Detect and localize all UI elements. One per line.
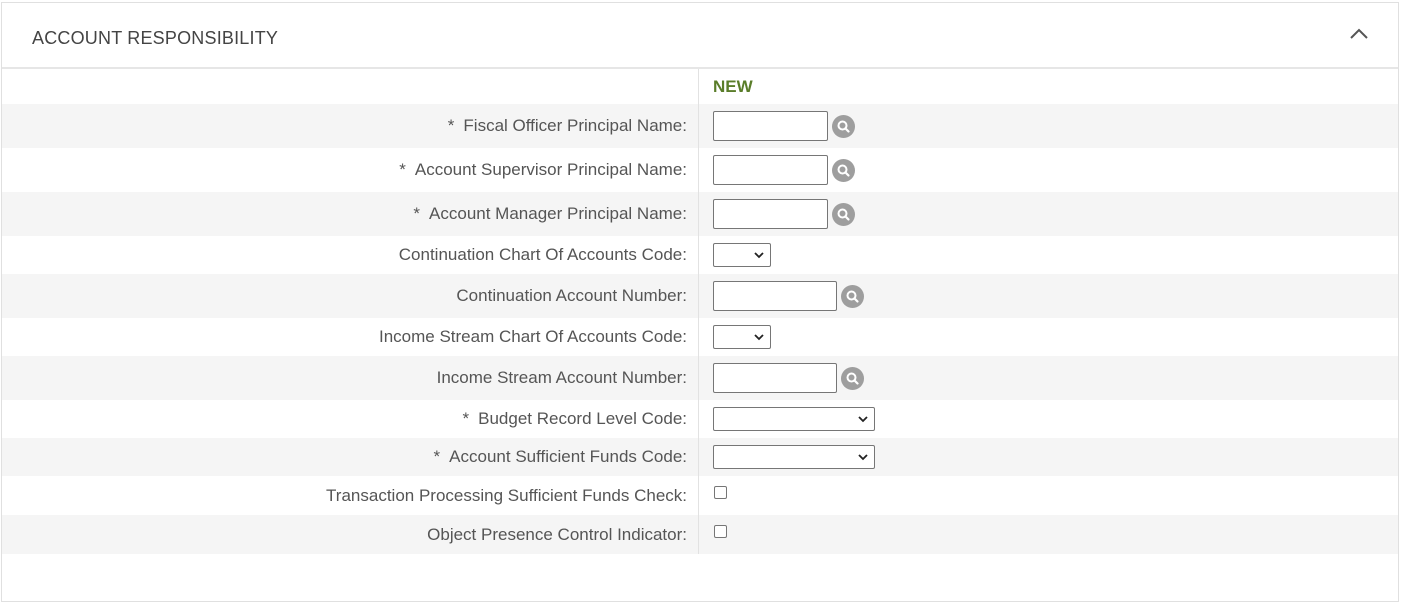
form-row-income-stream-coa: Income Stream Chart Of Accounts Code: (2, 318, 1398, 356)
fiscal-officer-input[interactable] (713, 111, 828, 141)
tp-sufficient-funds-checkbox[interactable] (714, 486, 727, 499)
search-icon[interactable] (832, 202, 855, 226)
search-icon[interactable] (832, 158, 855, 182)
form-row-account-supervisor: * Account Supervisor Principal Name: (2, 148, 1398, 192)
field-label: Income Stream Account Number: (2, 356, 699, 400)
tp-sufficient-funds-check-label: Transaction Processing Sufficient Funds … (326, 485, 687, 505)
field-label: * Account Sufficient Funds Code: (2, 438, 699, 476)
chevron-down-icon (754, 334, 764, 341)
form-row-account-manager: * Account Manager Principal Name: (2, 192, 1398, 236)
continuation-coa-select[interactable] (713, 243, 771, 267)
label-cell (2, 69, 699, 104)
form-row-sufficient-funds-code: * Account Sufficient Funds Code: (2, 438, 1398, 476)
required-marker: * (462, 409, 470, 428)
column-header-row: NEW (2, 69, 1398, 104)
income-stream-account-label: Income Stream Account Number: (436, 368, 687, 387)
field-cell (713, 148, 855, 192)
field-label: Transaction Processing Sufficient Funds … (2, 476, 699, 515)
form-row-fiscal-officer: * Fiscal Officer Principal Name: (2, 104, 1398, 148)
new-column-header: NEW (713, 76, 753, 96)
field-cell (713, 104, 855, 148)
form-row-tp-sufficient-funds-check: Transaction Processing Sufficient Funds … (2, 476, 1398, 515)
field-label: * Fiscal Officer Principal Name: (2, 104, 699, 148)
sufficient-funds-code-label: Account Sufficient Funds Code: (449, 447, 687, 466)
required-marker: * (399, 160, 406, 179)
required-marker: * (447, 116, 455, 135)
account-supervisor-input[interactable] (713, 155, 828, 185)
chevron-up-icon[interactable] (1348, 23, 1370, 45)
income-stream-account-input[interactable] (713, 363, 837, 393)
field-label: Continuation Chart Of Accounts Code: (2, 236, 699, 274)
form-row-income-stream-account: Income Stream Account Number: (2, 356, 1398, 400)
field-cell (713, 356, 864, 400)
field-cell (713, 192, 855, 236)
income-stream-coa-label: Income Stream Chart Of Accounts Code: (378, 327, 687, 346)
required-marker: * (433, 447, 441, 466)
chevron-down-icon (754, 252, 764, 259)
form-row-continuation-coa: Continuation Chart Of Accounts Code: (2, 236, 1398, 274)
sufficient-funds-code-select[interactable] (713, 445, 875, 469)
form-row-budget-record-level: * Budget Record Level Code: (2, 400, 1398, 438)
chevron-down-icon (858, 454, 868, 461)
field-label: Object Presence Control Indicator: (2, 515, 699, 554)
continuation-coa-label: Continuation Chart Of Accounts Code: (398, 245, 687, 264)
search-icon[interactable] (841, 366, 864, 390)
search-icon[interactable] (841, 284, 864, 308)
account-manager-input[interactable] (713, 199, 828, 229)
field-cell (713, 515, 727, 554)
continuation-account-input[interactable] (713, 281, 837, 311)
income-stream-coa-select[interactable] (713, 325, 771, 349)
search-icon[interactable] (832, 114, 855, 138)
panel-header[interactable]: ACCOUNT RESPONSIBILITY (2, 3, 1398, 69)
account-supervisor-label: Account Supervisor Principal Name: (414, 160, 687, 179)
chevron-down-icon (858, 416, 868, 423)
object-presence-control-label: Object Presence Control Indicator: (427, 524, 687, 544)
field-cell: NEW (713, 69, 753, 104)
panel-title: ACCOUNT RESPONSIBILITY (32, 28, 279, 48)
field-cell (713, 274, 864, 318)
required-marker: * (413, 204, 421, 223)
budget-record-level-label: Budget Record Level Code: (478, 409, 687, 428)
field-label: * Account Supervisor Principal Name: (2, 148, 699, 192)
field-cell (713, 438, 875, 476)
field-label: * Account Manager Principal Name: (2, 192, 699, 236)
object-presence-control-checkbox[interactable] (714, 525, 727, 538)
field-label: Income Stream Chart Of Accounts Code: (2, 318, 699, 356)
continuation-account-label: Continuation Account Number: (456, 286, 687, 305)
account-responsibility-panel: ACCOUNT RESPONSIBILITY NEW * Fiscal Offi… (1, 2, 1399, 602)
field-label: * Budget Record Level Code: (2, 400, 699, 438)
field-cell (713, 476, 727, 515)
field-cell (713, 236, 771, 274)
fiscal-officer-label: Fiscal Officer Principal Name: (463, 116, 687, 135)
account-manager-label: Account Manager Principal Name: (429, 204, 687, 223)
budget-record-level-select[interactable] (713, 407, 875, 431)
form-row-continuation-account: Continuation Account Number: (2, 274, 1398, 318)
field-label: Continuation Account Number: (2, 274, 699, 318)
field-cell (713, 318, 771, 356)
field-cell (713, 400, 875, 438)
form-row-object-presence-control: Object Presence Control Indicator: (2, 515, 1398, 554)
